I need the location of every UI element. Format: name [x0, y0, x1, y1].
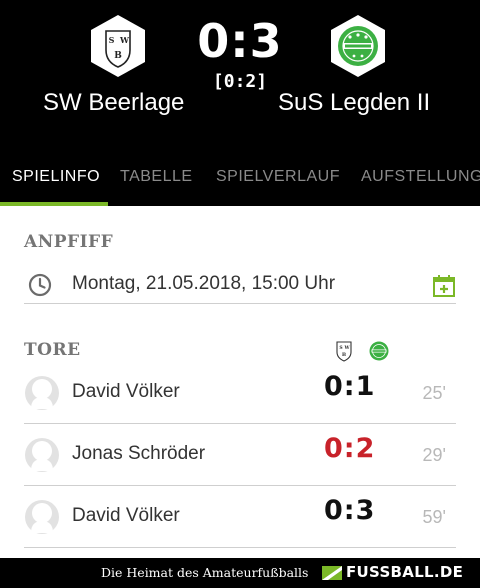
home-crest-letter-w: W [119, 35, 130, 45]
tab-tabelle[interactable]: TABELLE [120, 150, 193, 206]
tab-aufstellung[interactable]: AUFSTELLUNG [361, 150, 480, 206]
goal-scorer: David Völker [72, 381, 180, 402]
home-crest-mini-icon: S W B [334, 340, 354, 362]
mini-letter-w: W [343, 345, 350, 351]
clock-icon [28, 273, 52, 297]
tab-spielinfo[interactable]: SPIELINFO [12, 150, 100, 206]
goal-score-halftime: 0:2 [324, 433, 376, 464]
player-avatar-icon [25, 438, 59, 472]
goal-minute: 25' [422, 383, 446, 403]
home-team-crest-icon[interactable]: S W B [90, 14, 146, 78]
match-header: S W B 0:3 [0:2] SW Beerlage SuS Legden I… [0, 0, 480, 150]
goal-minute: 29' [422, 445, 446, 465]
halftime-score: [0:2] [212, 71, 268, 92]
footer-bar: Die Heimat des Amateurfußballs FUSSBALL.… [0, 558, 480, 588]
home-crest-letter-b: B [114, 51, 122, 61]
kickoff-row: Montag, 21.05.2018, 15:00 Uhr [24, 266, 456, 304]
home-crest-letter-s: S [109, 35, 115, 45]
final-score: 0:3 [197, 14, 283, 68]
player-avatar-icon [25, 376, 59, 410]
calendar-add-icon[interactable] [432, 274, 456, 298]
player-avatar-icon [25, 500, 59, 534]
goal-row-1[interactable]: David Völker 0:1 25' [24, 362, 456, 424]
match-info-content[interactable]: ANPFIFF Montag, 21.05.2018, 15:00 Uhr TO… [0, 206, 480, 558]
tore-heading: TORE [24, 340, 81, 360]
goal-scorer: David Völker [72, 505, 180, 526]
goal-score: 0:1 [324, 371, 376, 402]
anpfiff-heading: ANPFIFF [24, 232, 114, 252]
away-crest-mini-icon [369, 340, 389, 362]
away-team-crest-icon[interactable] [330, 14, 386, 78]
away-team-name[interactable]: SuS Legden II [278, 88, 430, 118]
goal-row-2[interactable]: Jonas Schröder 0:2 29' [24, 424, 456, 486]
home-team-name[interactable]: SW Beerlage [43, 88, 184, 118]
goal-row-3[interactable]: David Völker 0:3 59' [24, 486, 456, 548]
mini-letter-b: B [342, 352, 346, 358]
goal-scorer: Jonas Schröder [72, 443, 206, 464]
goal-minute: 59' [422, 507, 446, 527]
fussball-de-logo-icon [322, 566, 342, 580]
tab-bar: SPIELINFO TABELLE SPIELVERLAUF AUFSTELLU… [0, 150, 480, 206]
kickoff-datetime: Montag, 21.05.2018, 15:00 Uhr [72, 273, 336, 294]
mini-letter-s: S [339, 345, 342, 351]
footer-tagline: Die Heimat des Amateurfußballs [101, 565, 309, 580]
goal-score: 0:3 [324, 495, 376, 526]
footer-brand[interactable]: FUSSBALL.DE [346, 563, 463, 581]
tab-spielverlauf[interactable]: SPIELVERLAUF [216, 150, 340, 206]
